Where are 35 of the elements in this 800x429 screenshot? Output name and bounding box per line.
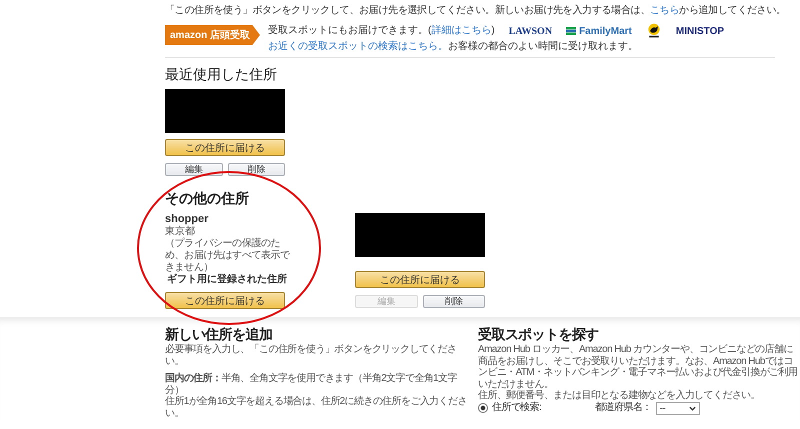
address-rules-text: 国内の住所：半角、全角文字を使用できます（半角2文字で全角1文字分） [165, 373, 458, 396]
find-pickup-heading: 受取スポットを探す [478, 326, 600, 342]
cat-emblem-icon [646, 23, 662, 39]
prefecture-label: 都道府県名： [595, 402, 652, 414]
section-heading: その他の住所 [165, 190, 250, 207]
caret-icon [688, 406, 696, 410]
recipient-name: shopper [165, 213, 210, 226]
deliver-button[interactable]: この住所に届ける [165, 139, 285, 156]
gift-label: ギフト用に登録された住所 [167, 274, 287, 286]
delete-button[interactable]: 削除 [228, 163, 285, 176]
prefecture-select[interactable]: -- [656, 402, 700, 414]
add-address-heading: 新しい住所を追加 [165, 326, 274, 342]
address-rules-text: 住所1が全角16文字を超える場合は、住所2に続きの住所をご入力ください。 [165, 396, 468, 419]
store-logo: MINISTOP [676, 26, 724, 36]
details-link[interactable]: 詳細はこちら [431, 25, 492, 36]
deliver-button[interactable]: この住所に届ける [165, 292, 285, 309]
pickup-search-text: お近くの受取スポットの検索はこちら。お客様の都合のよい時間に受け取れます。 [268, 41, 640, 53]
radio-label: 住所で検索: [492, 402, 542, 414]
edit-button[interactable]: 編集 [165, 163, 222, 176]
add-link[interactable]: こちら [650, 5, 680, 16]
deliver-button[interactable]: この住所に届ける [355, 271, 485, 288]
pickup-instruction: 住所、郵便番号、または目印となる建物などを入力してください。 [478, 390, 762, 402]
pickup-search-link[interactable]: お近くの受取スポットの検索はこちら。 [268, 41, 448, 52]
pickup-badge: amazon 店頭受取 [165, 25, 260, 45]
instruction-text: 「この住所を使う」ボタンをクリックして、お届け先を選択してください。新しいお届け先を入力する場合は、こちらから追加してください。 [165, 5, 787, 17]
privacy-note: （プライバシーの保護のため、お届け先はすべて表示できません） [165, 238, 291, 274]
section-heading: 最近使用した住所 [165, 66, 278, 83]
add-address-instruction: 必要事項を入力し、「この住所を使う」ボタンをクリックしてください。 [165, 344, 458, 367]
search-radio[interactable] [478, 403, 488, 413]
delete-button[interactable]: 削除 [422, 295, 485, 308]
address-region: 東京都 [165, 226, 196, 238]
store-logo: LAWSON [508, 26, 552, 36]
pickup-description: Amazon Hub ロッカー、Amazon Hub カウンターや、コンビニなどの店舗に商品をお届けし、そこでお受取りいただけます。なお、Amazon Hubではコンビニ・ATM・ネットバンキング・電子マネー払いおよび代金引換がご利用いただけません。 [478, 344, 798, 390]
store-logo: FamilyMart [566, 26, 632, 36]
pickup-text: 受取スポットにもお届けできます。(詳細はこちら) [268, 25, 495, 37]
